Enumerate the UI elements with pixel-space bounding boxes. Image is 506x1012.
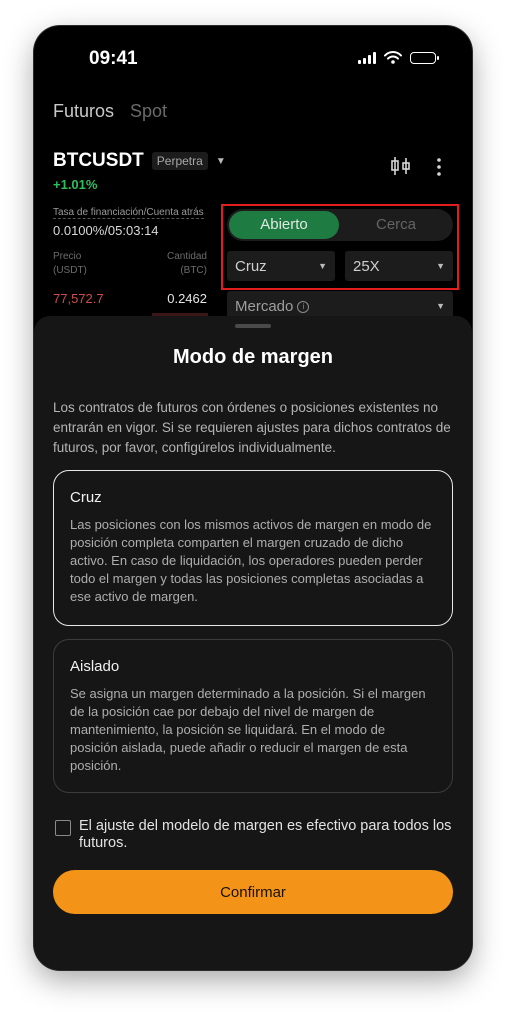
- candlestick-chart-icon[interactable]: [390, 156, 412, 176]
- apply-all-label[interactable]: El ajuste del modelo de margen es efecti…: [79, 818, 455, 852]
- cellular-signal-icon: [358, 51, 376, 64]
- orderbook-price-header: Precio (USDT): [53, 251, 87, 276]
- status-bar: 09:41: [34, 26, 472, 88]
- wifi-icon: [384, 51, 402, 64]
- pair-selector[interactable]: BTCUSDT Perpetra ▼: [53, 150, 226, 172]
- status-time: 09:41: [89, 48, 138, 69]
- apply-all-checkbox[interactable]: [55, 820, 71, 836]
- option-title: Cruz: [70, 489, 102, 506]
- status-icons: [358, 51, 439, 64]
- tab-futuros[interactable]: Futuros: [53, 101, 114, 122]
- sheet-description: Los contratos de futuros con órdenes o p…: [53, 400, 451, 455]
- price-change: +1.01%: [53, 177, 98, 192]
- market-tabs: Futuros Spot: [53, 101, 167, 122]
- ask-price[interactable]: 77,572.7: [53, 291, 104, 306]
- contract-type-badge: Perpetra: [151, 152, 208, 170]
- caret-down-icon: ▼: [215, 155, 226, 167]
- funding-rate-value: 0.0100%/05:03:14: [53, 223, 159, 238]
- margin-mode-sheet: Modo de margen Los contratos de futuros …: [34, 316, 472, 970]
- pair-symbol: BTCUSDT: [53, 150, 144, 171]
- option-title: Aislado: [70, 658, 120, 675]
- funding-rate-label: Tasa de financiación/Cuenta atrás: [53, 207, 204, 219]
- info-icon: i: [297, 300, 310, 313]
- order-type-value: Mercado: [235, 297, 294, 315]
- more-options-icon[interactable]: [434, 157, 444, 177]
- phone-screen: 09:41 Futuros Spot BTCUSDT Perpetra ▼ +1…: [34, 26, 472, 970]
- sheet-title: Modo de margen: [172, 346, 333, 368]
- confirm-button[interactable]: Confirmar: [53, 870, 453, 914]
- tab-spot[interactable]: Spot: [130, 101, 167, 122]
- option-description: Las posiciones con los mismos activos de…: [70, 517, 432, 604]
- apply-all-row: El ajuste del modelo de margen es efecti…: [55, 818, 455, 852]
- sheet-drag-handle[interactable]: [235, 324, 271, 328]
- option-description: Se asigna un margen determinado a la pos…: [70, 686, 426, 773]
- option-isolated[interactable]: Aislado Se asigna un margen determinado …: [53, 639, 453, 793]
- orderbook-qty-header: Cantidad (BTC): [166, 251, 207, 276]
- ask-quantity: 0.2462: [167, 291, 207, 306]
- option-cross[interactable]: Cruz Las posiciones con los mismos activ…: [53, 470, 453, 626]
- battery-icon: [410, 51, 439, 64]
- highlight-box: [221, 204, 459, 290]
- dropdown-arrow-icon: ▼: [436, 301, 445, 311]
